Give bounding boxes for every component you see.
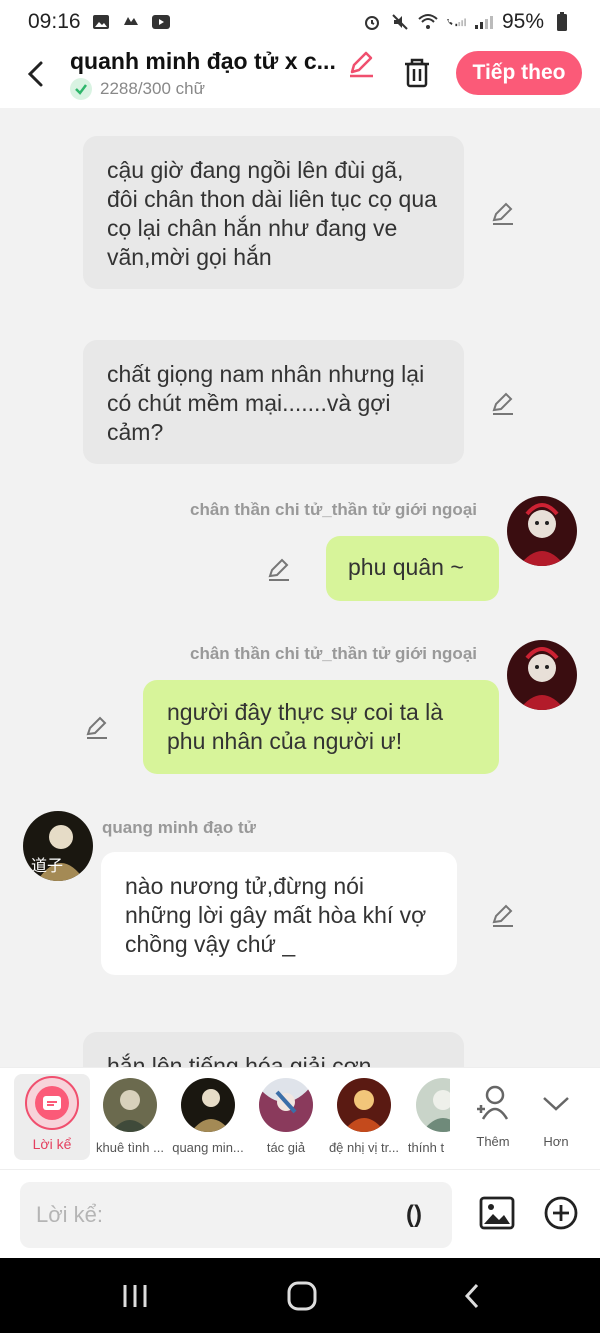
add-button[interactable] [542, 1194, 580, 1232]
character-avatar [103, 1078, 157, 1132]
character-name: quang min... [172, 1140, 244, 1155]
collapse-button[interactable]: Hơn [520, 1072, 592, 1164]
home-button[interactable] [282, 1278, 322, 1314]
pencil-icon [492, 202, 513, 225]
pencil-icon [492, 392, 513, 415]
character-name: đệ nhị vị tr... [328, 1140, 400, 1155]
character-avatar-icon [507, 496, 577, 566]
back-arrow-icon [27, 61, 43, 87]
character-name: tác giả [266, 1140, 306, 1155]
edit-message-button[interactable] [490, 390, 516, 416]
pencil-icon [86, 716, 107, 739]
edit-message-button[interactable] [84, 714, 110, 740]
narrator-selector[interactable]: Lời kể [14, 1074, 90, 1160]
character-name: thính t [407, 1140, 445, 1155]
system-nav-bar [0, 1258, 600, 1333]
character-avatar [416, 1078, 450, 1132]
message-bubble[interactable]: phu quân ~ [326, 536, 499, 601]
battery-icon [552, 12, 572, 32]
character-avatar [181, 1078, 235, 1132]
chat-area[interactable]: cậu giờ đang ngồi lên đùi gã, đôi chân t… [0, 108, 600, 1067]
input-bar: () [0, 1169, 600, 1258]
recent-apps-button[interactable] [115, 1278, 155, 1314]
message-input-box: () [20, 1182, 452, 1248]
image-icon [479, 1196, 515, 1230]
back-button[interactable] [18, 54, 52, 94]
gallery-icon [91, 12, 111, 32]
message-bubble[interactable]: nào nương tử,đừng nói những lời gây mất … [101, 852, 457, 975]
call-signal-icon [446, 12, 466, 32]
edit-message-button[interactable] [490, 200, 516, 226]
header: quanh minh đạo tử x c... 2288/300 chữ Ti… [0, 44, 600, 108]
edit-message-button[interactable] [266, 556, 292, 582]
avatar[interactable] [507, 640, 577, 710]
sender-name: chân thần chi tử_thần tử giới ngoại [190, 500, 477, 519]
avatar[interactable]: 道子 [23, 811, 93, 881]
message-input[interactable] [36, 1182, 376, 1248]
character-item[interactable]: khuê tình ... [90, 1072, 170, 1164]
character-item[interactable]: tác giả [246, 1072, 326, 1164]
character-item[interactable]: đệ nhị vị tr... [324, 1072, 404, 1164]
back-icon [464, 1283, 479, 1309]
character-avatar-icon [507, 640, 577, 710]
status-bar: 09:16 95% [0, 0, 600, 44]
narration-bubble[interactable]: chất giọng nam nhân nhưng lại có chút mề… [83, 340, 464, 464]
character-item[interactable]: quang min... [168, 1072, 248, 1164]
edit-title-button[interactable] [346, 48, 376, 78]
narrator-label: Lời kể [32, 1136, 72, 1152]
recent-apps-icon [123, 1285, 147, 1307]
narration-icon [35, 1086, 69, 1120]
svg-text:道子: 道子 [31, 856, 63, 875]
status-time: 09:16 [28, 10, 81, 33]
back-nav-button[interactable] [452, 1278, 492, 1314]
edit-message-button[interactable] [490, 902, 516, 928]
character-name: khuê tình ... [96, 1140, 164, 1155]
pencil-icon [350, 51, 373, 78]
check-icon [70, 78, 92, 100]
character-bar: Lời kể khuê tình ... quang min... tác gi… [0, 1067, 600, 1169]
wifi-icon [418, 12, 438, 32]
mute-icon [390, 12, 410, 32]
sender-name: chân thần chi tử_thần tử giới ngoại [190, 644, 477, 663]
pencil-icon [492, 904, 513, 927]
narration-bubble[interactable]: hắn lên tiếng hóa giải cơn [83, 1032, 464, 1067]
trash-icon [405, 58, 429, 88]
signal-icon [474, 12, 494, 32]
character-avatar [337, 1078, 391, 1132]
avatar[interactable] [507, 496, 577, 566]
collapse-label: Hơn [543, 1134, 569, 1149]
alarm-icon [362, 12, 382, 32]
delete-button[interactable] [400, 56, 434, 90]
chevron-down-icon [520, 1072, 592, 1134]
image-button[interactable] [478, 1194, 516, 1232]
plus-circle-icon [544, 1196, 578, 1230]
battery-percent: 95% [501, 10, 544, 33]
word-count: 2288/300 chữ [100, 79, 205, 98]
action-paren-button[interactable]: () [396, 1197, 432, 1233]
character-avatar [259, 1078, 313, 1132]
word-count-row: 2288/300 chữ [70, 78, 205, 100]
pencil-icon [268, 558, 289, 581]
story-title[interactable]: quanh minh đạo tử x c... [70, 48, 342, 75]
youtube-icon [151, 12, 171, 32]
notification-icon [121, 12, 141, 32]
character-item[interactable]: thính t [402, 1072, 450, 1164]
narration-bubble[interactable]: cậu giờ đang ngồi lên đùi gã, đôi chân t… [83, 136, 464, 289]
character-avatar-icon: 道子 [23, 811, 93, 881]
sender-name: quang minh đạo tử [102, 818, 256, 837]
next-button[interactable]: Tiếp theo [456, 51, 582, 95]
message-bubble[interactable]: người đây thực sự coi ta là phu nhân của… [143, 680, 499, 774]
home-icon [287, 1281, 317, 1311]
